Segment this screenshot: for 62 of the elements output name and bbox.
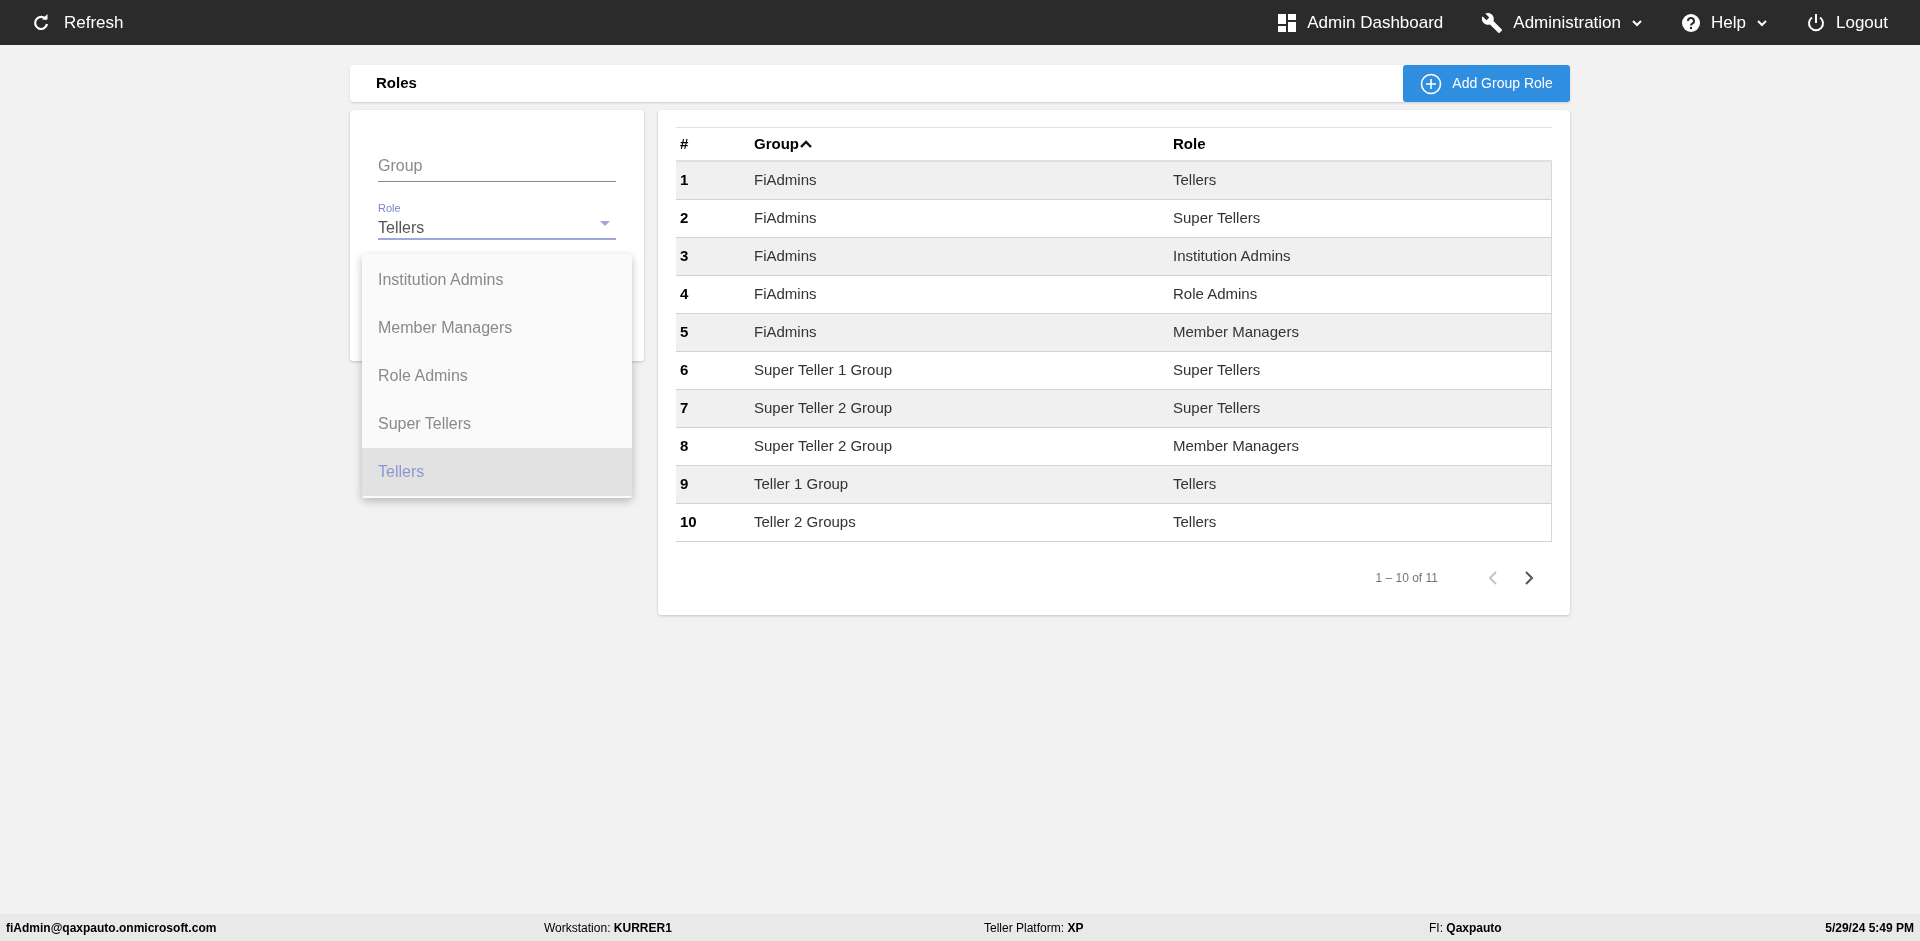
status-label: FI: bbox=[1429, 920, 1444, 935]
sort-ascending-icon bbox=[799, 139, 813, 149]
date-time: 5/29/24 5:49 PM bbox=[1825, 919, 1914, 937]
table-cell-text: 3 bbox=[679, 246, 690, 267]
status-value: XP bbox=[1067, 920, 1084, 935]
table-cell-text: Tellers bbox=[1173, 512, 1218, 533]
status-value: KURRER1 bbox=[613, 920, 672, 935]
refresh-button[interactable]: Refresh bbox=[32, 9, 124, 36]
pagination-range: 1 – 10 of 11 bbox=[1375, 570, 1438, 587]
table-cell-text: Role Admins bbox=[1173, 284, 1259, 305]
status-label: Workstation: bbox=[544, 920, 612, 935]
table-cell-text: FiAdmins bbox=[754, 284, 818, 305]
table-cell-text: 1 bbox=[679, 170, 690, 191]
help-icon bbox=[1681, 12, 1702, 33]
column-header[interactable]: Role bbox=[1173, 132, 1552, 156]
table-cell-text: Member Managers bbox=[1173, 436, 1300, 457]
table-cell-text: 5 bbox=[679, 322, 690, 343]
table-cell-text: FiAdmins bbox=[754, 246, 818, 267]
table-cell-text: 4 bbox=[679, 284, 690, 305]
nav-link[interactable]: Administration bbox=[1481, 9, 1644, 36]
table-cell-text: Super Tellers bbox=[1173, 398, 1262, 419]
add-icon bbox=[1420, 72, 1443, 95]
next-page-button[interactable] bbox=[1524, 571, 1534, 585]
table-cell-text: Institution Admins bbox=[1173, 246, 1292, 267]
table-cell-text: Teller 1 Group bbox=[754, 474, 850, 495]
table-cell-text: Super Teller 1 Group bbox=[754, 360, 894, 381]
nav-link[interactable]: Admin Dashboard bbox=[1277, 9, 1444, 36]
column-header[interactable]: # bbox=[676, 132, 754, 156]
table-cell-text: Super Tellers bbox=[1173, 208, 1262, 229]
dashboard-icon bbox=[1277, 12, 1298, 33]
table-cell-text: Super Teller 2 Group bbox=[754, 398, 894, 419]
nav-link[interactable]: Help bbox=[1681, 9, 1768, 36]
table-cell-text: Tellers bbox=[1173, 474, 1218, 495]
table-cell-text: FiAdmins bbox=[754, 208, 818, 229]
wrench-icon bbox=[1481, 11, 1504, 34]
table-cell-text: FiAdmins bbox=[754, 322, 818, 343]
role-label: Role bbox=[378, 201, 401, 216]
table-cell-text: FiAdmins bbox=[754, 170, 818, 191]
user-email: fiAdmin@qaxpauto.onmicrosoft.com bbox=[6, 919, 218, 937]
table-cell-text: Super Teller 2 Group bbox=[754, 436, 894, 457]
table-cell-text: 10 bbox=[679, 512, 698, 533]
table-cell-text: 9 bbox=[679, 474, 690, 495]
chevron-right-icon bbox=[1524, 571, 1534, 585]
table-cell-text: 2 bbox=[679, 208, 690, 229]
table-cell-text: 8 bbox=[679, 436, 690, 457]
table-cell-text: 6 bbox=[679, 360, 690, 381]
table-cell-text: Super Tellers bbox=[1173, 360, 1262, 381]
power-icon bbox=[1806, 12, 1826, 33]
status-value: Qaxpauto bbox=[1446, 920, 1502, 935]
dropdown-arrow-icon bbox=[600, 221, 610, 226]
column-header[interactable]: Group bbox=[754, 132, 1173, 156]
refresh-icon bbox=[32, 13, 50, 32]
group-field[interactable]: Group bbox=[378, 150, 616, 182]
table-cell-text: Tellers bbox=[1173, 170, 1218, 191]
table-cell-text: Teller 2 Groups bbox=[754, 512, 857, 533]
chevron-left-icon bbox=[1488, 571, 1498, 585]
nav-link[interactable]: Logout bbox=[1806, 9, 1888, 36]
role-select[interactable]: Role Tellers bbox=[378, 200, 616, 240]
status-label: Teller Platform: bbox=[984, 920, 1066, 935]
table-cell-text: 7 bbox=[679, 398, 690, 419]
table-cell-text: Member Managers bbox=[1173, 322, 1300, 343]
page-title: Roles bbox=[376, 73, 417, 94]
